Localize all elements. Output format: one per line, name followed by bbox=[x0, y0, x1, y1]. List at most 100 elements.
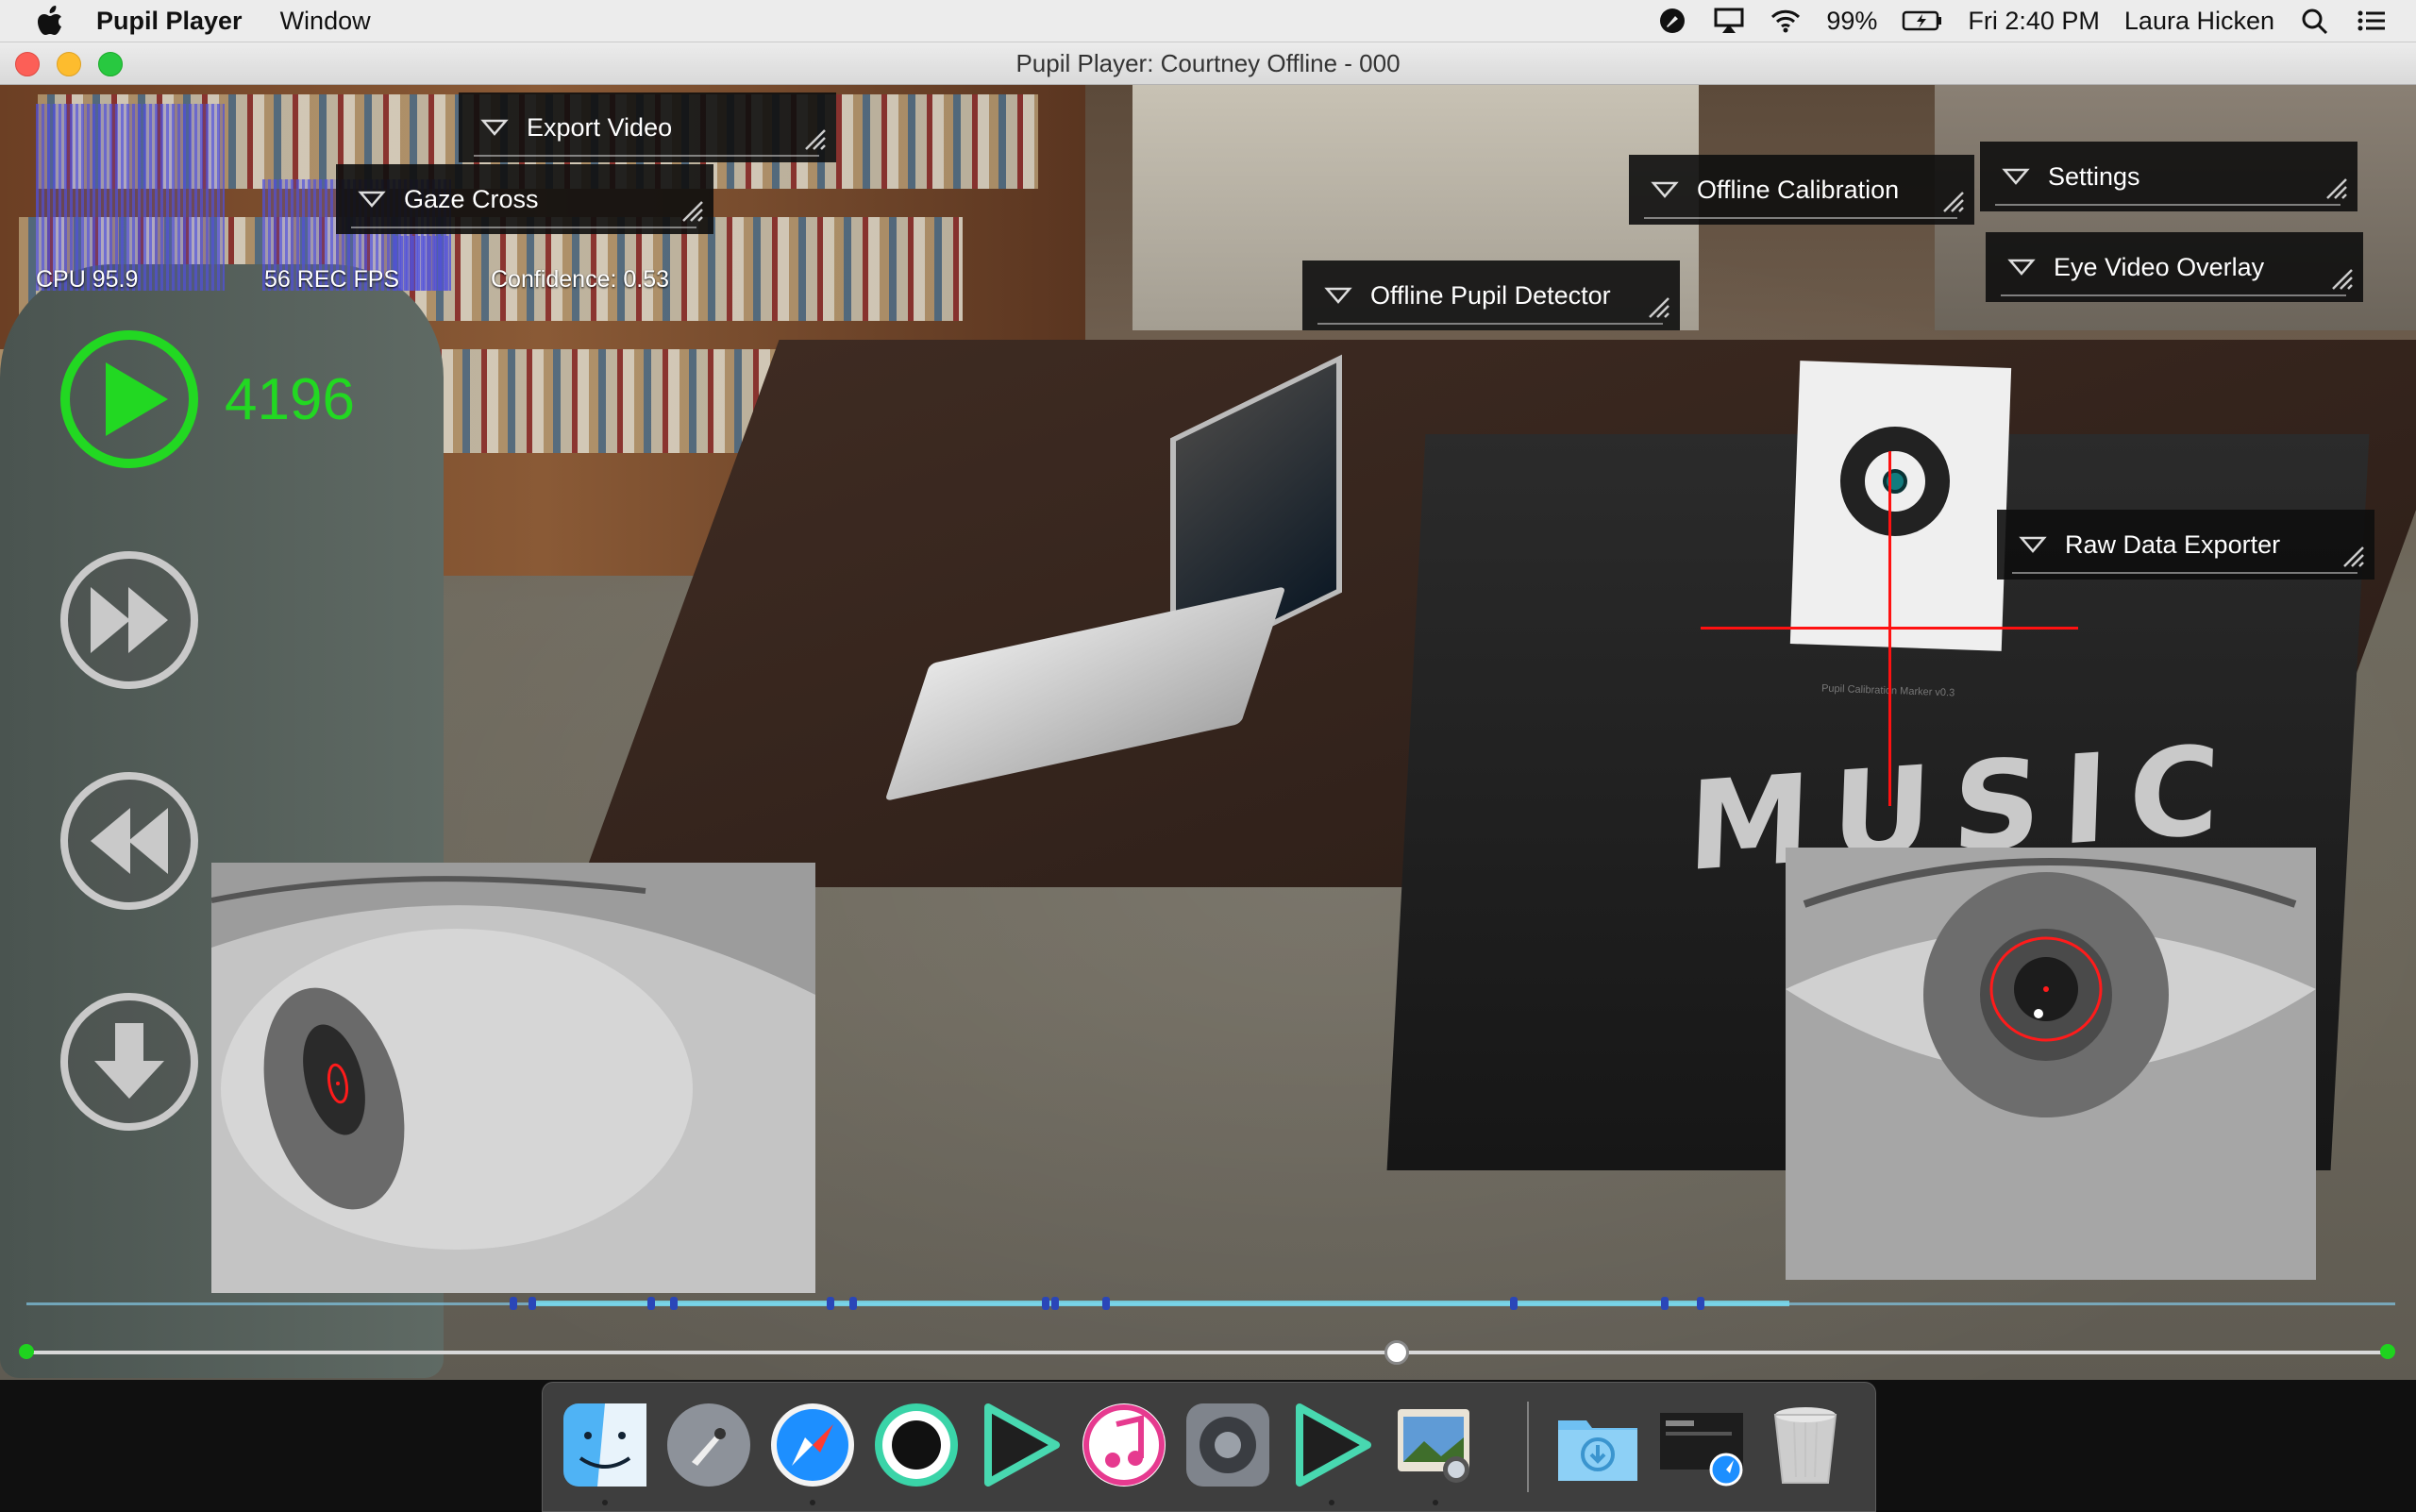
collapse-icon[interactable] bbox=[2006, 255, 2037, 279]
menu-bar: Pupil Player Window 99% Fri 2:40 PM Laur… bbox=[0, 0, 2416, 42]
eye-video-overlay-title: Eye Video Overlay bbox=[2054, 252, 2265, 281]
window-title: Pupil Player: Courtney Offline - 000 bbox=[1015, 48, 1401, 77]
eyedropper-icon[interactable] bbox=[1656, 7, 1688, 35]
gaze-cross-title: Gaze Cross bbox=[404, 184, 539, 213]
collapse-icon[interactable] bbox=[1650, 177, 1680, 202]
preview-icon[interactable] bbox=[1390, 1400, 1481, 1490]
wifi-icon[interactable] bbox=[1770, 7, 1802, 35]
fps-readout: 56 REC FPS bbox=[264, 266, 400, 293]
event-marker[interactable] bbox=[670, 1297, 678, 1310]
user-name[interactable]: Laura Hicken bbox=[2124, 7, 2274, 36]
launchpad-icon[interactable] bbox=[663, 1400, 754, 1490]
resize-handle-icon[interactable] bbox=[680, 198, 704, 223]
running-indicator bbox=[810, 1500, 815, 1505]
download-arrow-icon bbox=[94, 1023, 164, 1099]
event-marker[interactable] bbox=[1661, 1297, 1669, 1310]
seek-bar[interactable] bbox=[26, 1351, 2390, 1354]
dock bbox=[542, 1382, 1876, 1512]
cpu-readout: CPU 95.9 bbox=[36, 266, 139, 293]
collapse-icon[interactable] bbox=[479, 115, 510, 140]
gaze-cross-menu[interactable]: Gaze Cross bbox=[336, 164, 713, 234]
frame-number: 4196 bbox=[225, 367, 355, 432]
event-marker[interactable] bbox=[528, 1297, 536, 1310]
running-indicator bbox=[1433, 1500, 1438, 1505]
event-marker[interactable] bbox=[1051, 1297, 1059, 1310]
settings-menu[interactable]: Settings bbox=[1980, 142, 2357, 211]
event-marker[interactable] bbox=[510, 1297, 517, 1310]
eye-overlay-right[interactable] bbox=[1786, 848, 2316, 1280]
pupil-capture-icon[interactable] bbox=[975, 1400, 1065, 1490]
offline-pupil-detector-menu[interactable]: Offline Pupil Detector bbox=[1302, 260, 1680, 330]
export-video-menu[interactable]: Export Video bbox=[459, 92, 836, 162]
resize-handle-icon[interactable] bbox=[2329, 266, 2354, 291]
rewind-icon bbox=[91, 808, 168, 874]
system-preferences-icon[interactable] bbox=[1183, 1400, 1273, 1490]
battery-percentage: 99% bbox=[1826, 6, 1878, 35]
event-marker[interactable] bbox=[1697, 1297, 1704, 1310]
minimize-window-button[interactable] bbox=[57, 52, 81, 76]
offline-pupil-detector-title: Offline Pupil Detector bbox=[1370, 280, 1611, 310]
dock-separator bbox=[1527, 1402, 1529, 1492]
offline-calibration-menu[interactable]: Offline Calibration bbox=[1629, 155, 1974, 225]
raw-data-exporter-menu[interactable]: Raw Data Exporter bbox=[1997, 510, 2374, 580]
spotlight-search-icon[interactable] bbox=[2299, 7, 2331, 35]
collapse-icon[interactable] bbox=[1323, 283, 1353, 308]
resize-handle-icon[interactable] bbox=[2340, 544, 2365, 568]
resize-handle-icon[interactable] bbox=[2324, 176, 2348, 200]
event-marker[interactable] bbox=[827, 1297, 834, 1310]
raw-data-exporter-title: Raw Data Exporter bbox=[2065, 529, 2281, 559]
settings-title: Settings bbox=[2048, 161, 2140, 191]
eye-video-overlay-menu[interactable]: Eye Video Overlay bbox=[1986, 232, 2363, 302]
collapse-icon[interactable] bbox=[357, 187, 387, 211]
apple-icon[interactable] bbox=[36, 5, 64, 37]
trim-range bbox=[528, 1301, 1789, 1306]
play-button[interactable] bbox=[60, 330, 198, 468]
play-icon bbox=[106, 362, 168, 436]
eye-image-right bbox=[1786, 848, 2316, 1280]
resize-handle-icon[interactable] bbox=[802, 126, 827, 151]
forward-button[interactable] bbox=[60, 551, 198, 689]
fast-forward-icon bbox=[91, 587, 168, 653]
eye-image-left bbox=[211, 863, 815, 1293]
finder-icon[interactable] bbox=[560, 1400, 650, 1490]
event-marker[interactable] bbox=[1510, 1297, 1518, 1310]
window-menu[interactable]: Window bbox=[280, 7, 371, 36]
fps-graph-tail bbox=[394, 236, 451, 291]
rewind-button[interactable] bbox=[60, 772, 198, 910]
screenshot-stack-icon[interactable] bbox=[1656, 1400, 1747, 1490]
event-marker[interactable] bbox=[647, 1297, 655, 1310]
recording-app-icon[interactable] bbox=[871, 1400, 962, 1490]
app-menu[interactable]: Pupil Player bbox=[96, 7, 243, 36]
collapse-icon[interactable] bbox=[2001, 164, 2031, 189]
event-marker[interactable] bbox=[849, 1297, 857, 1310]
event-marker[interactable] bbox=[1102, 1297, 1110, 1310]
export-video-title: Export Video bbox=[527, 112, 673, 142]
offline-calibration-title: Offline Calibration bbox=[1697, 175, 1900, 204]
confidence-readout: Confidence: 0.53 bbox=[491, 266, 670, 293]
pupil-player-icon[interactable] bbox=[1286, 1400, 1377, 1490]
itunes-icon[interactable] bbox=[1079, 1400, 1169, 1490]
window-titlebar: Pupil Player: Courtney Offline - 000 bbox=[0, 42, 2416, 85]
downloads-folder-icon[interactable] bbox=[1552, 1400, 1643, 1490]
gaze-cross-vertical bbox=[1888, 451, 1891, 806]
event-marker[interactable] bbox=[1042, 1297, 1049, 1310]
zoom-window-button[interactable] bbox=[98, 52, 123, 76]
battery-icon[interactable] bbox=[1902, 7, 1943, 35]
running-indicator bbox=[602, 1500, 608, 1505]
close-window-button[interactable] bbox=[15, 52, 40, 76]
trim-end-handle[interactable] bbox=[2380, 1344, 2395, 1359]
clock[interactable]: Fri 2:40 PM bbox=[1968, 7, 2100, 36]
running-indicator bbox=[1329, 1500, 1334, 1505]
download-button[interactable] bbox=[60, 993, 198, 1131]
eye-overlay-left[interactable] bbox=[211, 863, 815, 1293]
resize-handle-icon[interactable] bbox=[1940, 189, 1965, 213]
cpu-graph bbox=[36, 104, 225, 291]
calibration-marker-center bbox=[1883, 469, 1907, 494]
airplay-icon[interactable] bbox=[1713, 7, 1745, 35]
collapse-icon[interactable] bbox=[2018, 532, 2048, 557]
safari-icon[interactable] bbox=[767, 1400, 858, 1490]
trash-icon[interactable] bbox=[1760, 1400, 1851, 1490]
trim-start-handle[interactable] bbox=[19, 1344, 34, 1359]
resize-handle-icon[interactable] bbox=[1646, 294, 1670, 319]
notification-center-icon[interactable] bbox=[2356, 7, 2388, 35]
